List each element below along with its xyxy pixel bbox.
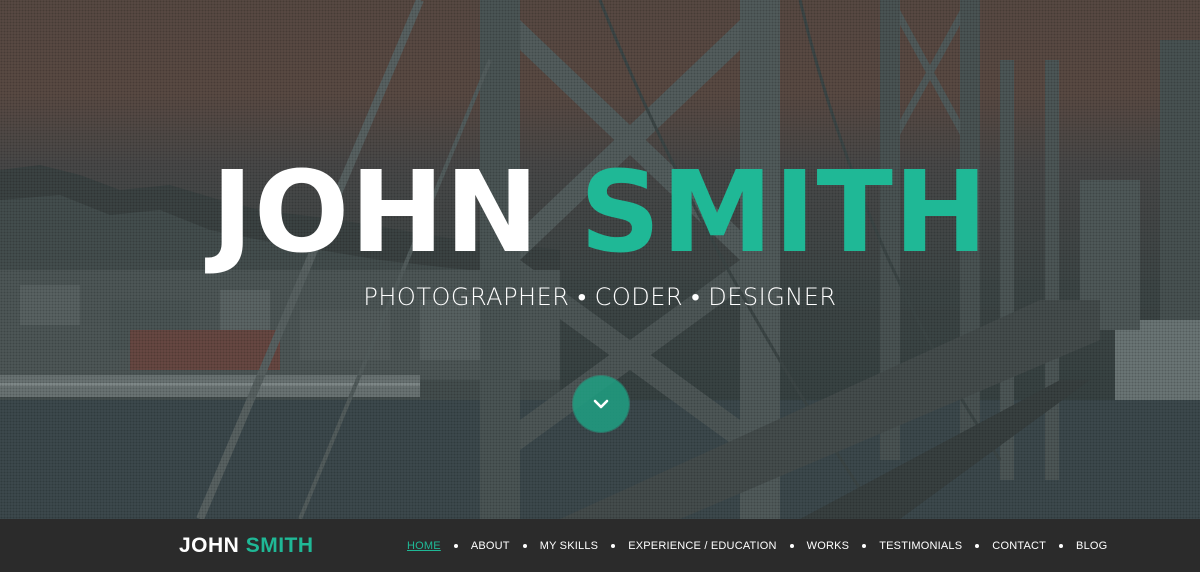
nav-item-contact[interactable]: CONTACT [992, 540, 1046, 552]
hero-last-name: SMITH [579, 148, 989, 278]
nav-separator [611, 543, 616, 548]
nav-separator [453, 543, 458, 548]
nav-separator [522, 543, 527, 548]
nav-item-about[interactable]: ABOUT [471, 540, 510, 552]
navbar: JOHN SMITH HOME ABOUT MY SKILLS EXPERIEN… [0, 519, 1200, 572]
nav-separator [975, 543, 980, 548]
hero-title: JOHN SMITH [0, 138, 1200, 288]
hero-section: JOHN SMITH PHOTOGRAPHER • CODER • DESIGN… [0, 0, 1200, 519]
nav-separator [1059, 543, 1064, 548]
chevron-down-icon [593, 399, 609, 409]
brand-last-name: SMITH [245, 534, 314, 557]
brand-first-name: JOHN [179, 534, 240, 557]
nav-item-my-skills[interactable]: MY SKILLS [540, 540, 598, 552]
nav-item-works[interactable]: WORKS [807, 540, 850, 552]
nav-item-experience-education[interactable]: EXPERIENCE / EDUCATION [628, 540, 776, 552]
main-nav: HOME ABOUT MY SKILLS EXPERIENCE / EDUCAT… [407, 519, 1107, 572]
hero-subtitle: PHOTOGRAPHER • CODER • DESIGNER [363, 283, 837, 311]
brand-logo[interactable]: JOHN SMITH [179, 533, 314, 559]
nav-item-home[interactable]: HOME [407, 540, 441, 552]
nav-item-testimonials[interactable]: TESTIMONIALS [879, 540, 962, 552]
nav-item-blog[interactable]: BLOG [1076, 540, 1107, 552]
hero-first-name: JOHN [211, 148, 540, 278]
scroll-down-button[interactable] [573, 376, 629, 432]
nav-separator [789, 543, 794, 548]
nav-separator [862, 543, 867, 548]
